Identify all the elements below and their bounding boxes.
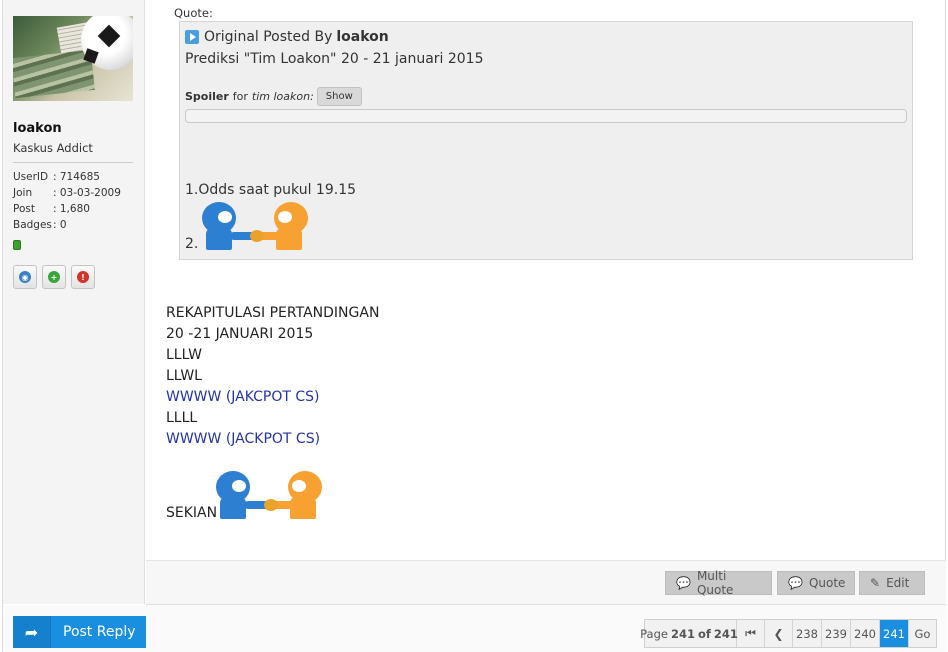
closing-text: SEKIAN (166, 505, 218, 521)
stat-badges: Badges: 0 (13, 217, 121, 233)
user-stats: UserID : 714685 Join : 03-03-2009 Post : 1,… (13, 169, 121, 233)
spoiler-label: Spoiler (185, 90, 229, 103)
item-2-line: 2. (185, 236, 199, 252)
orange-character-body (276, 228, 302, 250)
chat-bubble-icon: 💬 (788, 576, 803, 590)
body-line: 20 -21 JANUARI 2015 (166, 326, 314, 342)
stat-value: : 714685 (53, 171, 100, 183)
quote-author[interactable]: loakon (336, 29, 388, 45)
current-page: 241 (880, 620, 909, 647)
stat-userid: UserID : 714685 (13, 169, 121, 185)
thread-page: loakon Kaskus Addict UserID : 714685 Join… (2, 0, 947, 652)
pencil-icon: ✎ (870, 576, 881, 590)
view-profile-button[interactable]: ◉ (13, 265, 37, 289)
stat-key: UserID (13, 171, 49, 183)
eye-icon: ◉ (19, 271, 31, 283)
avatar-football (81, 16, 133, 70)
spoiler-for: for (232, 90, 248, 103)
post-reply-label: Post Reply (63, 624, 136, 640)
quote-label: Quote: (174, 6, 213, 20)
quote-box: Original Posted By loakon Prediksi "Tim … (179, 21, 913, 260)
quote-title: Prediksi "Tim Loakon" 20 - 21 januari 20… (185, 51, 484, 67)
chevron-left-icon: ❮ (773, 626, 784, 641)
body-line-highlight: WWWW (JAKCPOT CS) (166, 389, 320, 405)
spoiler-header: Spoiler for tim loakon: Show (185, 87, 362, 106)
first-page-button[interactable]: ⏮ (737, 620, 765, 647)
username[interactable]: loakon (13, 121, 62, 136)
avatar[interactable] (13, 16, 133, 101)
reply-arrow-icon: ➦ (13, 616, 51, 648)
stat-key: Post (13, 203, 35, 215)
body-line-highlight: WWWW (JACKPOT CS) (166, 431, 321, 447)
page-info: Page 241 of 241 (640, 620, 738, 647)
body-line: LLLW (166, 347, 202, 363)
avatar-money (13, 49, 95, 99)
stat-key: Badges (13, 219, 52, 231)
stat-join: Join : 03-03-2009 (13, 185, 121, 201)
page-of: of (697, 626, 711, 641)
user-sidebar: loakon Kaskus Addict UserID : 714685 Join… (3, 0, 145, 604)
post-actions-bar: 💬 Multi Quote 💬 Quote ✎ Edit (146, 560, 946, 605)
page-link[interactable]: 238 (793, 620, 822, 647)
blue-character-body (220, 497, 246, 519)
stat-key: Join (13, 187, 33, 199)
body-line: LLWL (166, 368, 202, 384)
body-line: REKAPITULASI PERTANDINGAN (166, 305, 380, 321)
blue-character-body (206, 228, 232, 250)
body-line: LLLL (166, 410, 198, 426)
spoiler-content (185, 109, 907, 123)
post-reply-button[interactable]: ➦ Post Reply (13, 616, 146, 648)
stat-value: : 03-03-2009 (53, 187, 121, 199)
user-title: Kaskus Addict (13, 141, 93, 155)
orange-character-body (290, 497, 316, 519)
edit-button[interactable]: ✎ Edit (859, 571, 925, 595)
post-content: Quote: Original Posted By loakon Prediks… (146, 0, 946, 560)
stat-value: : 1,680 (53, 203, 90, 215)
odds-line: 1.Odds saat pukul 19.15 (185, 182, 357, 198)
chat-bubbles-icon: 💬 (676, 576, 691, 590)
view-post-icon[interactable] (185, 30, 199, 44)
go-button[interactable]: Go (909, 620, 936, 647)
stat-value: : 0 (53, 219, 67, 231)
send-message-button[interactable]: + (42, 265, 66, 289)
online-status-icon (13, 240, 21, 250)
double-chevron-left-icon: ⏮ (745, 626, 756, 640)
page-total: 241 (713, 626, 738, 641)
stat-post: Post : 1,680 (13, 201, 121, 217)
spoiler-name: tim loakon: (251, 90, 314, 103)
page-current: 241 (670, 626, 695, 641)
hands (264, 499, 278, 511)
user-actions: ◉ + ! (13, 265, 95, 289)
multi-quote-label: Multi Quote (696, 569, 734, 597)
quote-button[interactable]: 💬 Quote (777, 571, 855, 595)
page-link[interactable]: 239 (822, 620, 851, 647)
blue-face (218, 211, 232, 223)
pagination: Page 241 of 241 ⏮ ❮ 238 239 240 241 Go (640, 619, 937, 648)
quote-label: Quote (808, 576, 846, 590)
thread-bottom-bar: ➦ Post Reply Page 241 of 241 ⏮ ❮ 238 239… (3, 605, 947, 652)
blue-face (232, 480, 246, 492)
edit-label: Edit (886, 576, 910, 590)
quote-header: Original Posted By loakon (185, 29, 389, 45)
multi-quote-button[interactable]: 💬 Multi Quote (665, 569, 772, 597)
orange-face (278, 211, 292, 223)
report-button[interactable]: ! (71, 265, 95, 289)
orange-face (292, 480, 306, 492)
spoiler-show-button[interactable]: Show (316, 87, 362, 106)
handshake-emoticon (202, 202, 312, 252)
prev-page-button[interactable]: ❮ (765, 620, 793, 647)
handshake-emoticon (216, 471, 326, 521)
page-link[interactable]: 240 (851, 620, 880, 647)
alert-icon: ! (77, 271, 89, 283)
divider (13, 162, 133, 163)
post-body: REKAPITULASI PERTANDINGAN 20 -21 JANUARI… (166, 303, 379, 450)
quote-prefix: Original Posted By (204, 29, 333, 45)
hands (250, 230, 264, 242)
page-label: Page (640, 626, 668, 641)
plus-chat-icon: + (48, 271, 60, 283)
